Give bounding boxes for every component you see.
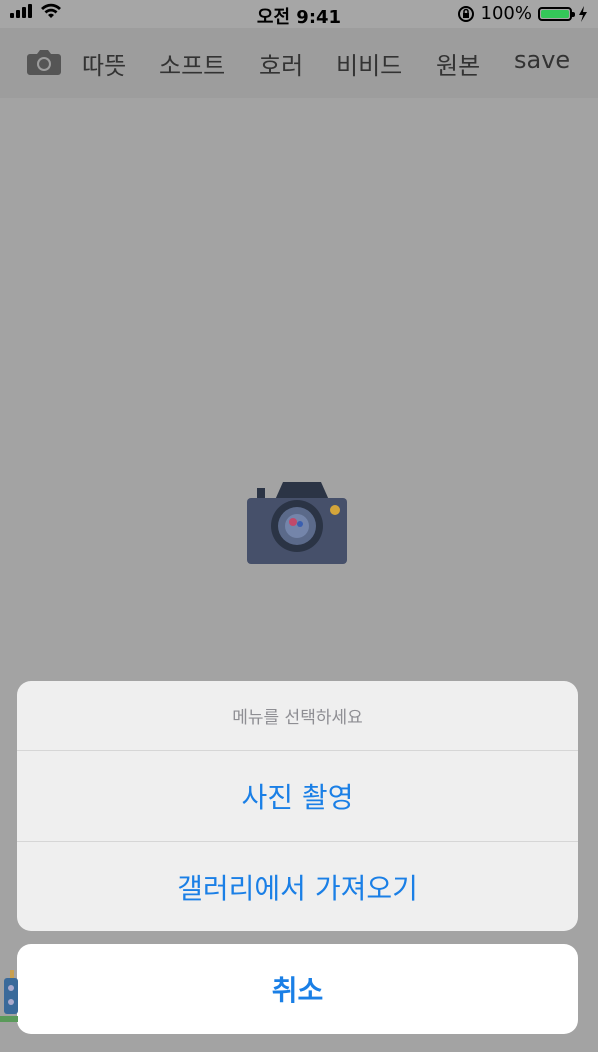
filter-original-button[interactable]: 원본	[436, 46, 480, 81]
camera-icon[interactable]	[245, 480, 349, 566]
filter-soft-button[interactable]: 소프트	[159, 46, 225, 81]
battery-percent: 100%	[480, 3, 532, 24]
save-button[interactable]: save	[514, 46, 570, 74]
battery-icon	[538, 6, 575, 21]
status-bar: 오전 9:41 100%	[0, 0, 598, 28]
filter-toolbar: 따뜻 소프트 호러 비비드 원본 save	[0, 28, 598, 98]
action-sheet: 메뉴를 선택하세요 사진 촬영 갤러리에서 가져오기	[17, 681, 578, 931]
app-decoration-icon	[0, 970, 18, 1022]
charging-icon	[579, 5, 587, 22]
filter-vivid-button[interactable]: 비비드	[336, 46, 402, 81]
cancel-button[interactable]: 취소	[17, 944, 578, 1034]
camera-icon[interactable]	[26, 48, 62, 76]
action-sheet-title: 메뉴를 선택하세요	[17, 681, 578, 751]
filter-warm-button[interactable]: 따뜻	[82, 46, 126, 81]
import-from-gallery-button[interactable]: 갤러리에서 가져오기	[17, 842, 578, 931]
orientation-lock-icon	[457, 5, 474, 22]
filter-horror-button[interactable]: 호러	[259, 46, 303, 81]
take-photo-button[interactable]: 사진 촬영	[17, 751, 578, 842]
status-right: 100%	[457, 3, 588, 24]
